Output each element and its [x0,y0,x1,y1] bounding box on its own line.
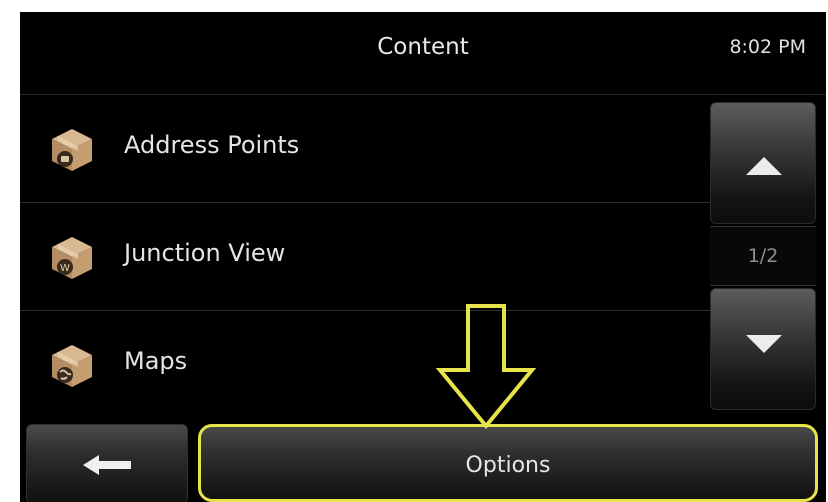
scroll-down-button[interactable] [710,288,816,410]
header-bar: Content 8:02 PM [20,12,826,94]
back-arrow-icon [83,455,131,475]
back-button[interactable] [26,424,188,502]
package-address-icon [52,129,92,171]
list-item-address-points[interactable]: Address Points [20,95,710,203]
page-indicator-text: 1/2 [747,245,779,267]
svg-text:W: W [60,263,70,274]
triangle-up-icon [746,157,782,175]
package-globe-icon [52,345,92,387]
triangle-down-icon [746,335,782,353]
down-arrow-annotation-icon [435,304,537,430]
package-junction-icon: W [52,237,92,279]
list-item-maps[interactable]: Maps [20,311,710,419]
list-item-label: Maps [124,347,188,375]
list-item-junction-view[interactable]: W Junction View [20,203,710,311]
options-button-label: Options [465,453,551,478]
page-title: Content [377,34,469,60]
options-button[interactable]: Options [198,424,818,502]
page-indicator: 1/2 [710,226,816,286]
scroll-up-button[interactable] [710,102,816,224]
list-item-label: Address Points [124,131,300,159]
device-screen: Content 8:02 PM Address Points W Junctio… [20,12,826,502]
clock: 8:02 PM [729,36,806,58]
list-item-label: Junction View [124,239,286,267]
